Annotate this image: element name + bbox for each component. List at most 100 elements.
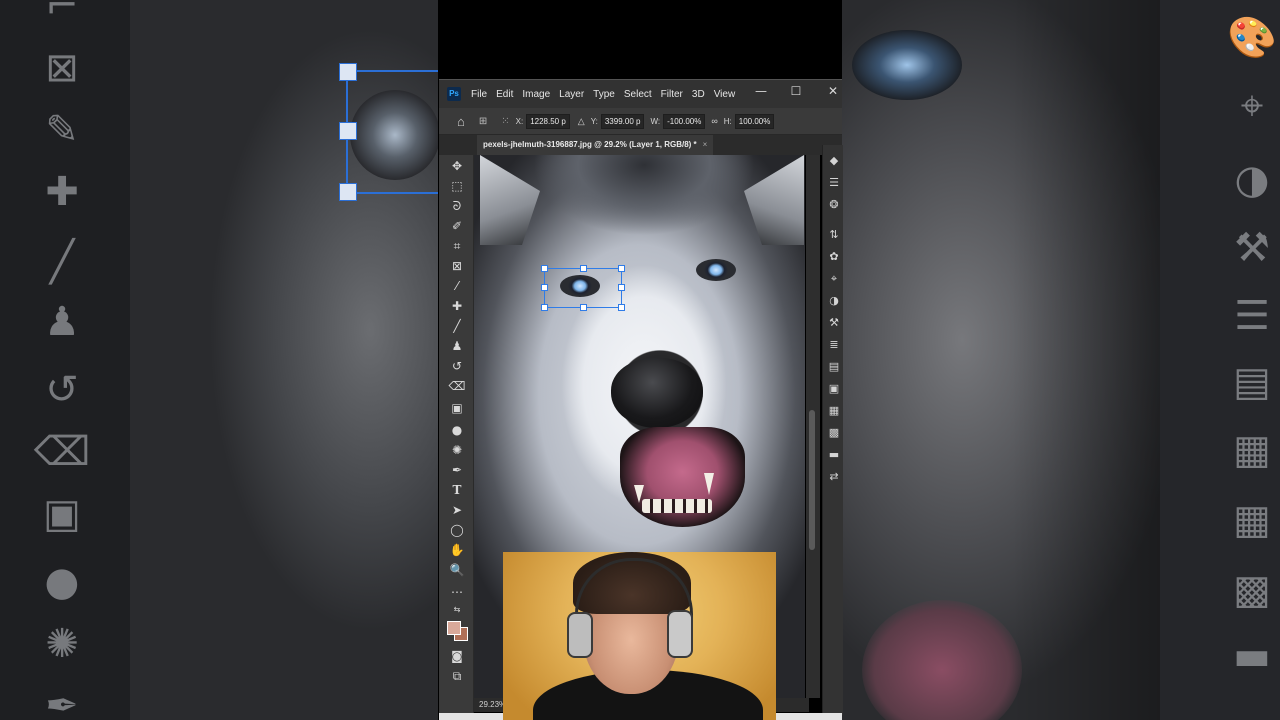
gradient-tool-icon[interactable]: ▣: [446, 399, 468, 417]
w-label: W:: [650, 116, 661, 126]
dog-eye-right: [696, 259, 736, 281]
foreground-color-swatch[interactable]: [447, 621, 461, 635]
x-field[interactable]: 1228.50 p: [526, 113, 570, 129]
maximize-button[interactable]: ☐: [782, 80, 810, 102]
home-icon[interactable]: ⌂: [457, 114, 465, 129]
type-tool-icon[interactable]: T: [446, 481, 468, 499]
dog-forehead-markings: [534, 155, 754, 265]
tab-close-icon[interactable]: ×: [703, 140, 708, 149]
layers-icon[interactable]: ◆: [826, 153, 842, 169]
path-selection-tool-icon[interactable]: ➤: [446, 501, 468, 519]
reference-point-grid-icon[interactable]: ⁙: [501, 116, 509, 127]
quick-mask-icon[interactable]: ◙: [446, 647, 468, 665]
color-palette-icon[interactable]: ✿: [826, 249, 842, 265]
y-field[interactable]: 3399.00 p: [600, 113, 645, 129]
zoom-tool-icon[interactable]: 🔍: [446, 561, 468, 579]
menu-view[interactable]: View: [714, 89, 736, 100]
quick-select-tool-icon[interactable]: ✐: [446, 217, 468, 235]
pen-tool-icon[interactable]: ✒: [446, 461, 468, 479]
history-brush-tool-icon[interactable]: ↺: [446, 357, 468, 375]
tools-panel: ✥ ⬚ ᘐ ✐ ⌗ ⊠ ⁄ ✚ ╱ ♟ ↺ ⌫ ▣ ● ✺ ✒ T ➤ ◯ ✋ …: [439, 155, 474, 715]
menu-layer[interactable]: Layer: [559, 89, 584, 100]
h-field[interactable]: 100.00%: [734, 113, 775, 129]
lasso-tool-icon[interactable]: ᘐ: [446, 197, 468, 215]
move-tool-icon[interactable]: ✥: [446, 157, 468, 175]
dodge-tool-icon[interactable]: ✺: [446, 441, 468, 459]
x-label: X:: [515, 116, 524, 126]
blurred-grid-icon: ▩: [1233, 567, 1271, 613]
menu-filter[interactable]: Filter: [661, 89, 683, 100]
h-label: H:: [723, 116, 732, 126]
blurred-eraser-icon: ⌫: [33, 429, 91, 475]
crop-tool-icon[interactable]: ⌗: [446, 237, 468, 255]
y-label: Y:: [590, 116, 598, 126]
menu-image[interactable]: Image: [522, 89, 550, 100]
blurred-shadow: [1012, 0, 1162, 720]
channels-icon[interactable]: ❂: [826, 197, 842, 213]
adjust-circle-icon[interactable]: ◑: [826, 293, 842, 309]
menu-edit[interactable]: Edit: [496, 89, 513, 100]
letterbox-top: [438, 0, 842, 79]
eyedropper-tool-icon[interactable]: ⁄: [446, 277, 468, 295]
transform-handle[interactable]: [580, 265, 587, 272]
grid-icon[interactable]: ▩: [826, 425, 842, 441]
blurred-brush-icon: ╱: [49, 239, 75, 285]
menu-3d[interactable]: 3D: [692, 89, 705, 100]
clone-stamp-tool-icon[interactable]: ♟: [446, 337, 468, 355]
transform-handle[interactable]: [580, 304, 587, 311]
blur-tool-icon[interactable]: ●: [446, 421, 468, 439]
scrollbar-thumb[interactable]: [809, 410, 815, 550]
blurred-brushes-icon: ⚒: [1234, 225, 1270, 271]
brushes-icon[interactable]: ≣: [826, 337, 842, 353]
adjustments-icon[interactable]: ☰: [826, 175, 842, 191]
healing-brush-tool-icon[interactable]: ✚: [446, 297, 468, 315]
menu-select[interactable]: Select: [624, 89, 652, 100]
delta-icon[interactable]: △: [578, 116, 585, 127]
blurred-stamp-icon: ♟: [44, 299, 80, 345]
minimize-button[interactable]: —: [747, 80, 775, 102]
tables-icon[interactable]: ▦: [826, 403, 842, 419]
transform-handle[interactable]: [618, 265, 625, 272]
edit-toolbar-icon[interactable]: ⋯: [446, 583, 468, 601]
transform-handle[interactable]: [541, 304, 548, 311]
frame-tool-icon[interactable]: ⊠: [446, 257, 468, 275]
transform-handle[interactable]: [618, 304, 625, 311]
transform-handle[interactable]: [618, 284, 625, 291]
blurred-bandage-icon: ✚: [45, 169, 79, 215]
menu-file[interactable]: File: [471, 89, 487, 100]
blurred-crop-icon: ⌐: [45, 0, 79, 29]
link-icon[interactable]: ∞: [711, 116, 717, 126]
document-tab[interactable]: pexels-jhelmuth-3196887.jpg @ 29.2% (Lay…: [477, 135, 714, 155]
gradients-icon[interactable]: ▤: [826, 359, 842, 375]
artboard-icon[interactable]: ⇄: [826, 469, 842, 485]
paths-icon[interactable]: ⌖: [826, 271, 842, 287]
properties-icon[interactable]: ⇅: [826, 227, 842, 243]
brush-tool-icon[interactable]: ╱: [446, 317, 468, 335]
transform-handle[interactable]: [541, 284, 548, 291]
comments-icon[interactable]: ▬: [826, 447, 842, 463]
blurred-table-icon: ▦: [1233, 497, 1271, 543]
dog-nose: [611, 358, 703, 428]
brush-settings-icon[interactable]: ⚒: [826, 315, 842, 331]
transform-selection-box[interactable]: [541, 265, 625, 311]
ellipse-tool-icon[interactable]: ◯: [446, 521, 468, 539]
blurred-gradient-icon: ▣: [43, 491, 81, 537]
menu-type[interactable]: Type: [593, 89, 615, 100]
blurred-eyedropper-icon: ✎: [45, 107, 79, 153]
transform-reference-icon[interactable]: ⊞: [479, 116, 487, 127]
screen-mode-icon[interactable]: ⧉: [446, 667, 468, 685]
w-field[interactable]: -100.00%: [663, 113, 706, 129]
blurred-history-brush-icon: ↺: [45, 367, 79, 413]
swap-colors-icon[interactable]: ⇆: [446, 601, 468, 619]
options-bar: ⌂ ⊞ ⁙ X: 1228.50 p △ Y: 3399.00 p W: -10…: [439, 108, 842, 135]
blurred-drop-icon: ●: [44, 559, 80, 605]
libraries-icon[interactable]: ▣: [826, 381, 842, 397]
vertical-scrollbar[interactable]: [806, 155, 820, 698]
close-button[interactable]: ✕: [819, 80, 847, 102]
blurred-background-right: 🎨 ⌖ ◑ ⚒ ☰ ▤ ▦ ▦ ▩ ▬: [842, 0, 1280, 720]
eraser-tool-icon[interactable]: ⌫: [446, 377, 468, 395]
transform-handle[interactable]: [541, 265, 548, 272]
hand-tool-icon[interactable]: ✋: [446, 541, 468, 559]
blurred-path-icon: ⌖: [1240, 83, 1264, 129]
marquee-tool-icon[interactable]: ⬚: [446, 177, 468, 195]
